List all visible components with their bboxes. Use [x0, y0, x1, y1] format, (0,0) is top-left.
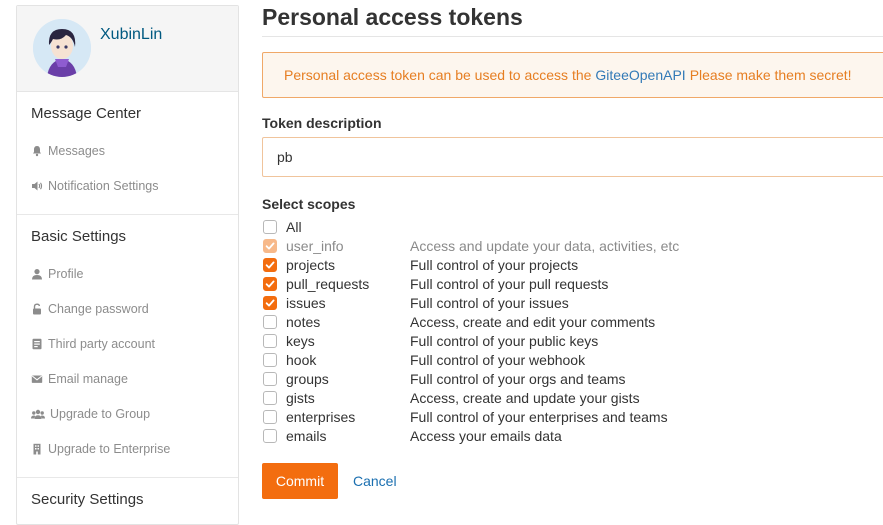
user-icon	[31, 268, 43, 280]
profile-header: XubinLin	[17, 6, 238, 92]
commit-button[interactable]: Commit	[262, 463, 338, 499]
token-description-input[interactable]	[262, 137, 883, 177]
building-icon	[31, 443, 43, 455]
scope-row: hook Full control of your webhook	[262, 350, 585, 369]
scope-description: Access your emails data	[410, 427, 562, 444]
scope-description: Full control of your pull requests	[410, 275, 609, 292]
scope-checkbox[interactable]	[263, 390, 277, 405]
scope-name: projects	[286, 256, 336, 273]
scope-description: Full control of your projects	[410, 256, 579, 273]
section-title-basic-settings: Basic Settings	[31, 228, 127, 245]
scope-description: Full control of your public keys	[410, 332, 599, 349]
scope-row: projects Full control of your projects	[262, 255, 578, 274]
scope-name: issues	[286, 294, 326, 311]
scope-row: pull_requests Full control of your pull r…	[262, 274, 608, 293]
scope-checkbox[interactable]	[263, 428, 277, 443]
scope-row: gists Access, create and update your gist…	[262, 388, 640, 407]
section-divider	[17, 214, 238, 215]
scope-row: All	[262, 217, 410, 236]
sidebar-item-third-party-account[interactable]: Third party account	[31, 336, 155, 352]
scope-row: keys Full control of your public keys	[262, 331, 598, 350]
speaker-icon	[31, 180, 43, 192]
token-description-label: Token description	[262, 115, 382, 131]
sidebar-item-messages[interactable]: Messages	[31, 143, 105, 159]
scope-name: emails	[286, 427, 327, 444]
scope-description: Access and update your data, activities,…	[410, 237, 680, 254]
sidebar-item-change-password[interactable]: Change password	[31, 301, 149, 317]
scope-name: pull_requests	[286, 275, 370, 292]
scope-name: keys	[286, 332, 315, 349]
scope-name: user_info	[286, 237, 344, 254]
bell-icon	[31, 145, 43, 157]
sidebar-item-label: Notification Settings	[48, 179, 159, 193]
scope-row: enterprises Full control of your enterpri…	[262, 407, 668, 426]
unlock-icon	[31, 303, 43, 315]
scope-checkbox[interactable]	[263, 295, 277, 310]
avatar[interactable]	[33, 19, 91, 77]
username-link[interactable]: XubinLin	[100, 26, 162, 44]
scope-description: Access, create and edit your comments	[410, 313, 656, 330]
scope-name: All	[286, 218, 302, 235]
scope-name: gists	[286, 389, 315, 406]
scope-description: Access, create and update your gists	[410, 389, 640, 406]
cancel-link[interactable]: Cancel	[353, 473, 397, 489]
title-divider	[262, 36, 883, 37]
scope-name: notes	[286, 313, 321, 330]
scope-name: groups	[286, 370, 329, 387]
settings-sidebar: XubinLin Message Center Messages Notific…	[16, 5, 239, 525]
scope-row: issues Full control of your issues	[262, 293, 569, 312]
scope-checkbox[interactable]	[263, 371, 277, 386]
scope-description: Full control of your webhook	[410, 351, 586, 368]
sidebar-item-notification-settings[interactable]: Notification Settings	[31, 178, 158, 194]
scope-row: groups Full control of your orgs and team…	[262, 369, 626, 388]
id-card-icon	[31, 338, 43, 350]
scope-checkbox[interactable]	[263, 257, 277, 272]
scope-row: emails Access your emails data	[262, 426, 562, 445]
scope-name: hook	[286, 351, 317, 368]
alert-text-prefix: Personal access token can be used to acc…	[284, 67, 592, 83]
select-scopes-label: Select scopes	[262, 196, 356, 212]
sidebar-item-label: Upgrade to Group	[50, 407, 151, 421]
scope-name: enterprises	[286, 408, 356, 425]
alert-text-suffix: Please make them secret!	[689, 67, 852, 83]
sidebar-item-upgrade-to-group[interactable]: Upgrade to Group	[31, 406, 150, 422]
sidebar-item-label: Upgrade to Enterprise	[48, 442, 171, 456]
section-title-message-center: Message Center	[31, 105, 142, 122]
scope-description: Full control of your orgs and teams	[410, 370, 626, 387]
sidebar-item-profile[interactable]: Profile	[31, 266, 83, 282]
sidebar-item-label: Profile	[48, 267, 84, 281]
scope-checkbox[interactable]	[263, 219, 277, 234]
sidebar-item-upgrade-to-enterprise[interactable]: Upgrade to Enterprise	[31, 441, 170, 457]
group-icon	[31, 408, 45, 420]
gitee-openapi-link[interactable]: GiteeOpenAPI	[595, 67, 685, 83]
scope-checkbox[interactable]	[263, 352, 277, 367]
scope-description: Full control of your enterprises and tea…	[410, 408, 668, 425]
sidebar-item-label: Email manage	[48, 372, 128, 386]
scope-checkbox[interactable]	[263, 333, 277, 348]
info-alert: Personal access token can be used to acc…	[262, 52, 883, 98]
section-title-security-settings: Security Settings	[31, 491, 144, 508]
section-divider	[17, 477, 238, 478]
sidebar-item-email-manage[interactable]: Email manage	[31, 371, 128, 387]
sidebar-item-label: Third party account	[48, 337, 155, 351]
scope-description: Full control of your issues	[410, 294, 569, 311]
scope-checkbox[interactable]	[263, 409, 277, 424]
sidebar-item-label: Change password	[48, 302, 149, 316]
scope-row: user_info Access and update your data, ac…	[262, 236, 679, 255]
envelope-icon	[31, 373, 43, 385]
scope-row: notes Access, create and edit your commen…	[262, 312, 655, 331]
sidebar-item-label: Messages	[48, 144, 105, 158]
scope-checkbox[interactable]	[263, 314, 277, 329]
scope-checkbox	[263, 238, 277, 253]
scope-checkbox[interactable]	[263, 276, 277, 291]
page-title: Personal access tokens	[262, 4, 523, 30]
